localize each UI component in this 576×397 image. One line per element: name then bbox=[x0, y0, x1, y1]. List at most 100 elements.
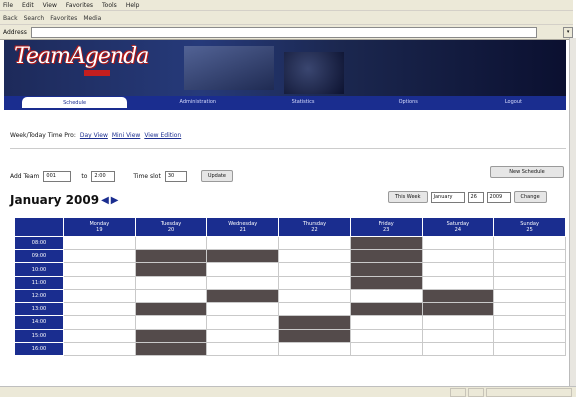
free-slot[interactable] bbox=[493, 275, 566, 290]
page-scrollbar[interactable] bbox=[569, 38, 576, 396]
prev-week-icon[interactable]: ◀ bbox=[101, 195, 109, 206]
toolbar-media-button[interactable]: Media bbox=[83, 15, 101, 22]
free-slot[interactable] bbox=[421, 341, 495, 357]
free-slot[interactable] bbox=[421, 315, 495, 330]
change-button[interactable]: Change bbox=[513, 191, 547, 203]
address-dropdown-icon[interactable]: ▾ bbox=[563, 26, 573, 38]
tab-administration[interactable]: Administration bbox=[145, 96, 250, 108]
busy-slot[interactable] bbox=[349, 275, 423, 290]
free-slot[interactable] bbox=[206, 262, 280, 277]
busy-slot[interactable] bbox=[134, 249, 208, 264]
busy-slot[interactable] bbox=[134, 262, 208, 277]
free-slot[interactable] bbox=[493, 262, 566, 277]
free-slot[interactable] bbox=[349, 328, 423, 343]
address-input[interactable] bbox=[30, 26, 538, 38]
free-slot[interactable] bbox=[278, 275, 351, 290]
toolbar-favorites-button[interactable]: Favorites bbox=[50, 15, 77, 22]
busy-slot[interactable] bbox=[421, 302, 495, 317]
day-select[interactable]: 26 bbox=[467, 191, 484, 203]
busy-slot[interactable] bbox=[134, 302, 208, 317]
free-slot[interactable] bbox=[63, 249, 136, 264]
menu-file[interactable]: File bbox=[3, 2, 13, 9]
timeslot-input[interactable]: 30 bbox=[164, 170, 187, 182]
free-slot[interactable] bbox=[206, 315, 280, 330]
free-slot[interactable] bbox=[278, 262, 351, 277]
toolbar-back-button[interactable]: Back bbox=[3, 15, 18, 22]
busy-slot[interactable] bbox=[349, 262, 423, 277]
free-slot[interactable] bbox=[206, 302, 280, 317]
add-team-label: Add Team bbox=[10, 172, 40, 180]
free-slot[interactable] bbox=[349, 288, 423, 304]
busy-slot[interactable] bbox=[349, 249, 423, 264]
free-slot[interactable] bbox=[134, 315, 208, 330]
busy-slot[interactable] bbox=[134, 328, 208, 343]
busy-slot[interactable] bbox=[134, 341, 208, 357]
free-slot[interactable] bbox=[278, 288, 351, 304]
free-slot[interactable] bbox=[493, 302, 566, 317]
free-slot[interactable] bbox=[206, 341, 280, 357]
timeslot-label: Time slot bbox=[133, 172, 161, 180]
tab-schedule[interactable]: Schedule bbox=[22, 97, 128, 108]
busy-slot[interactable] bbox=[278, 315, 351, 330]
status-bar bbox=[0, 386, 576, 397]
menu-edit[interactable]: Edit bbox=[22, 2, 34, 9]
busy-slot[interactable] bbox=[206, 249, 280, 264]
menu-view[interactable]: View bbox=[43, 2, 57, 9]
to-input[interactable]: 2:00 bbox=[91, 170, 116, 182]
free-slot[interactable] bbox=[421, 249, 495, 264]
free-slot[interactable] bbox=[63, 302, 136, 317]
busy-slot[interactable] bbox=[206, 288, 280, 304]
update-button[interactable]: Update bbox=[200, 170, 233, 182]
month-select[interactable]: January bbox=[430, 191, 465, 203]
tab-logout[interactable]: Logout bbox=[461, 96, 566, 108]
new-schedule-button[interactable]: New Schedule bbox=[490, 166, 564, 178]
free-slot[interactable] bbox=[134, 235, 208, 251]
free-slot[interactable] bbox=[421, 235, 495, 251]
tab-options[interactable]: Options bbox=[356, 96, 461, 108]
free-slot[interactable] bbox=[206, 235, 280, 251]
busy-slot[interactable] bbox=[421, 288, 495, 304]
busy-slot[interactable] bbox=[349, 302, 423, 317]
busy-slot[interactable] bbox=[278, 328, 351, 343]
free-slot[interactable] bbox=[493, 235, 566, 251]
this-week-button[interactable]: This Week bbox=[388, 191, 428, 203]
toolbar-search-button[interactable]: Search bbox=[24, 15, 45, 22]
menu-favorites[interactable]: Favorites bbox=[66, 2, 93, 9]
free-slot[interactable] bbox=[134, 288, 208, 304]
free-slot[interactable] bbox=[278, 302, 351, 317]
free-slot[interactable] bbox=[63, 262, 136, 277]
free-slot[interactable] bbox=[493, 341, 566, 357]
view-link-day[interactable]: Day View bbox=[80, 132, 108, 139]
free-slot[interactable] bbox=[493, 249, 566, 264]
tab-statistics[interactable]: Statistics bbox=[250, 96, 355, 108]
free-slot[interactable] bbox=[63, 235, 136, 251]
busy-slot[interactable] bbox=[349, 235, 423, 251]
free-slot[interactable] bbox=[63, 315, 136, 330]
view-link-edition[interactable]: View Edition bbox=[144, 132, 181, 139]
free-slot[interactable] bbox=[493, 328, 566, 343]
free-slot[interactable] bbox=[278, 341, 351, 357]
free-slot[interactable] bbox=[63, 328, 136, 343]
free-slot[interactable] bbox=[278, 235, 351, 251]
free-slot[interactable] bbox=[349, 315, 423, 330]
free-slot[interactable] bbox=[421, 328, 495, 343]
next-week-icon[interactable]: ▶ bbox=[111, 195, 119, 206]
free-slot[interactable] bbox=[493, 315, 566, 330]
menu-tools[interactable]: Tools bbox=[102, 2, 117, 9]
view-link-mini[interactable]: Mini View bbox=[112, 132, 140, 139]
time-label: 13:00 bbox=[14, 302, 64, 317]
free-slot[interactable] bbox=[134, 275, 208, 290]
menu-help[interactable]: Help bbox=[126, 2, 140, 9]
free-slot[interactable] bbox=[206, 328, 280, 343]
free-slot[interactable] bbox=[493, 288, 566, 304]
free-slot[interactable] bbox=[63, 341, 136, 357]
year-select[interactable]: 2009 bbox=[486, 191, 511, 203]
free-slot[interactable] bbox=[421, 262, 495, 277]
free-slot[interactable] bbox=[278, 249, 351, 264]
add-team-input[interactable]: 001 bbox=[43, 170, 72, 182]
free-slot[interactable] bbox=[421, 275, 495, 290]
free-slot[interactable] bbox=[349, 341, 423, 357]
free-slot[interactable] bbox=[206, 275, 280, 290]
free-slot[interactable] bbox=[63, 288, 136, 304]
free-slot[interactable] bbox=[63, 275, 136, 290]
